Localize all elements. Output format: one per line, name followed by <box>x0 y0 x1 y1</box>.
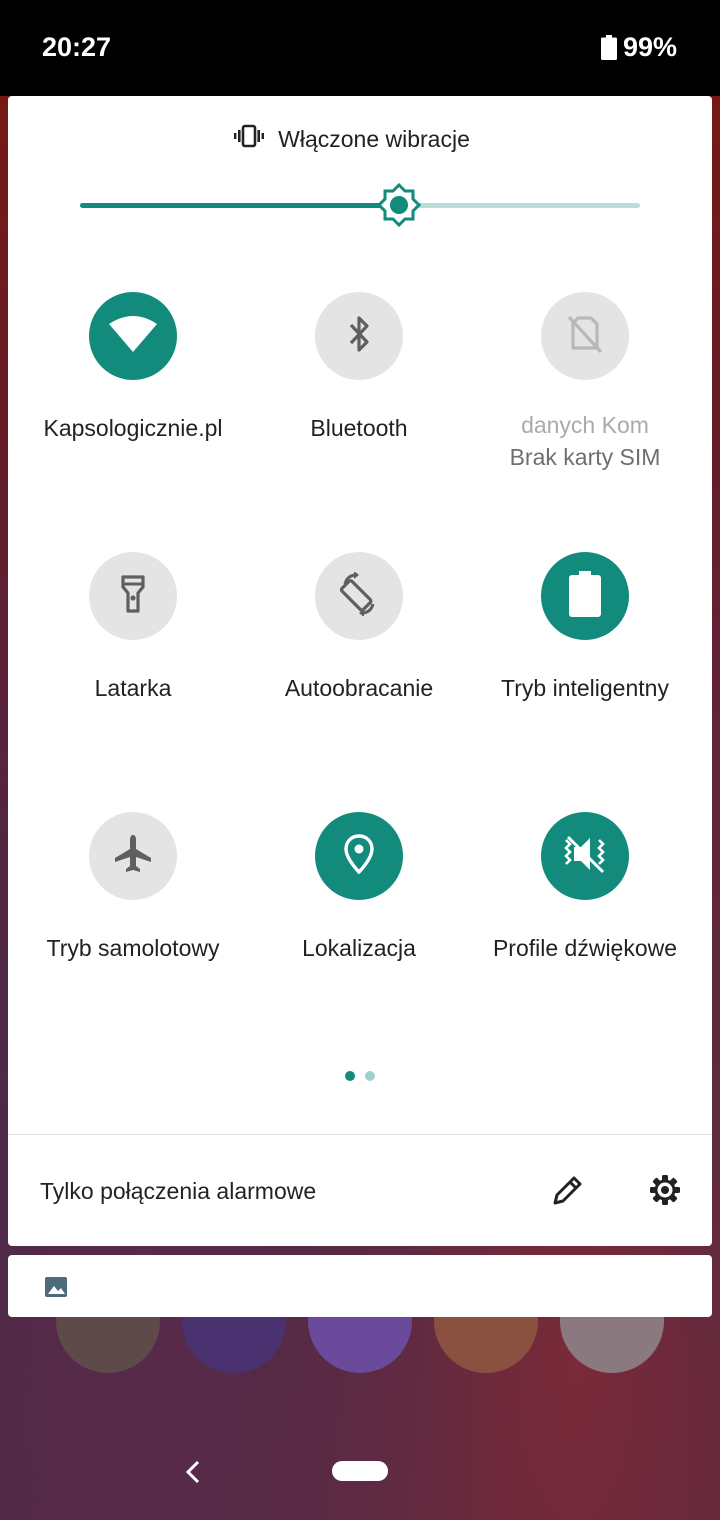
tile-flashlight-circle[interactable] <box>89 552 177 640</box>
brightness-fill <box>80 203 400 208</box>
battery-icon <box>568 570 602 622</box>
tile-wifi-label: Kapsologicznie.pl <box>43 415 223 441</box>
back-icon[interactable] <box>180 1456 208 1488</box>
status-bar: 20:27 99% <box>0 0 720 96</box>
tile-airplane[interactable]: Tryb samolotowy <box>20 812 246 962</box>
tile-flashlight[interactable]: Latarka <box>20 552 246 702</box>
tile-location-circle[interactable] <box>315 812 403 900</box>
tile-location-label: Lokalizacja <box>302 935 416 961</box>
vibrate-icon <box>234 124 265 154</box>
airplane-icon <box>113 834 153 879</box>
ringer-mode[interactable]: Włączone wibracje <box>0 124 704 154</box>
brightness-slider[interactable] <box>80 182 640 228</box>
gear-icon[interactable] <box>647 1172 683 1208</box>
pencil-icon[interactable] <box>550 1172 586 1208</box>
autorotate-icon <box>337 570 381 621</box>
page-dot-inactive[interactable] <box>365 1071 375 1081</box>
image-icon <box>44 1275 68 1299</box>
tile-autorotate[interactable]: Autoobracanie <box>246 552 472 702</box>
tile-autorotate-circle[interactable] <box>315 552 403 640</box>
bluetooth-icon <box>344 314 374 359</box>
tile-flashlight-label: Latarka <box>94 675 172 701</box>
carrier-status: Tylko połączenia alarmowe <box>40 1178 317 1204</box>
tile-smart-mode-circle[interactable] <box>541 552 629 640</box>
tile-mobile-data[interactable]: danych Kom Brak karty SIM <box>472 292 698 474</box>
tile-mobile-data-circle[interactable] <box>541 292 629 380</box>
tile-mobile-data-sublabel: Brak karty SIM <box>509 444 661 470</box>
tile-location[interactable]: Lokalizacja <box>246 812 472 962</box>
brightness-icon[interactable] <box>377 182 422 228</box>
location-icon <box>344 833 374 879</box>
battery-icon <box>600 35 617 60</box>
tile-airplane-circle[interactable] <box>89 812 177 900</box>
battery-indicator: 99% <box>600 32 677 63</box>
tile-sound-profiles-label: Profile dźwiękowe <box>492 935 678 961</box>
tile-wifi-circle[interactable] <box>89 292 177 380</box>
home-pill-button[interactable] <box>332 1461 388 1481</box>
notification-card[interactable] <box>8 1255 712 1317</box>
tile-autorotate-label: Autoobracanie <box>284 675 434 701</box>
page-indicator <box>0 1071 720 1081</box>
tile-bluetooth-circle[interactable] <box>315 292 403 380</box>
flashlight-icon <box>119 574 147 619</box>
tile-airplane-label: Tryb samolotowy <box>46 935 220 961</box>
sound-profile-icon <box>561 834 609 879</box>
tile-bluetooth[interactable]: Bluetooth <box>246 292 472 442</box>
tile-smart-mode-label: Tryb inteligentny <box>501 675 669 701</box>
wifi-icon <box>108 314 158 359</box>
panel-divider <box>8 1134 712 1135</box>
tile-smart-mode[interactable]: Tryb inteligentny <box>472 552 698 702</box>
battery-percent: 99% <box>622 32 677 62</box>
tile-mobile-data-label: danych Kom <box>521 412 649 438</box>
tile-bluetooth-label: Bluetooth <box>310 415 408 441</box>
tile-sound-profiles-circle[interactable] <box>541 812 629 900</box>
clock: 20:27 <box>42 32 112 62</box>
tile-wifi[interactable]: Kapsologicznie.pl <box>20 292 246 442</box>
ringer-label: Włączone wibracje <box>278 125 470 152</box>
no-sim-icon <box>567 314 603 359</box>
tile-sound-profiles[interactable]: Profile dźwiękowe <box>472 812 698 962</box>
page-dot-active[interactable] <box>345 1071 355 1081</box>
